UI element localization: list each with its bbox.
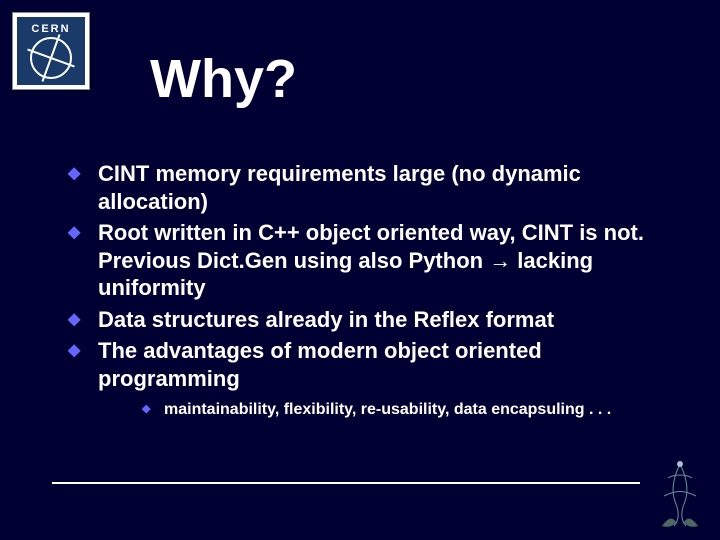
bullet-item: Data structures already in the Reflex fo… [60, 306, 680, 334]
bullet-item: CINT memory requirements large (no dynam… [60, 160, 680, 215]
sub-bullet-text: maintainability, flexibility, re-usabili… [164, 401, 611, 418]
corner-graphic-icon [654, 456, 706, 528]
cern-logo-inner: CERN [17, 17, 85, 85]
bullet-item: Root written in C++ object oriented way,… [60, 219, 680, 302]
cern-logo: CERN [12, 12, 90, 90]
bullet-text: The advantages of modern object oriented… [98, 338, 542, 391]
slide: CERN Why? CINT memory requirements large… [0, 0, 720, 540]
cern-logo-text: CERN [31, 23, 70, 35]
slide-title: Why? [150, 48, 297, 110]
bullet-text: CINT memory requirements large (no dynam… [98, 161, 581, 214]
sub-bullet-item: maintainability, flexibility, re-usabili… [136, 400, 680, 421]
bullet-item: The advantages of modern object oriented… [60, 337, 680, 421]
slide-content: CINT memory requirements large (no dynam… [60, 160, 680, 425]
cern-logo-ring-icon [30, 37, 72, 79]
bullet-list: CINT memory requirements large (no dynam… [60, 160, 680, 421]
bullet-text: Root written in C++ object oriented way,… [98, 220, 644, 300]
sub-bullet-list: maintainability, flexibility, re-usabili… [98, 400, 680, 421]
bullet-text: Data structures already in the Reflex fo… [98, 307, 554, 332]
footer-divider [52, 482, 640, 484]
